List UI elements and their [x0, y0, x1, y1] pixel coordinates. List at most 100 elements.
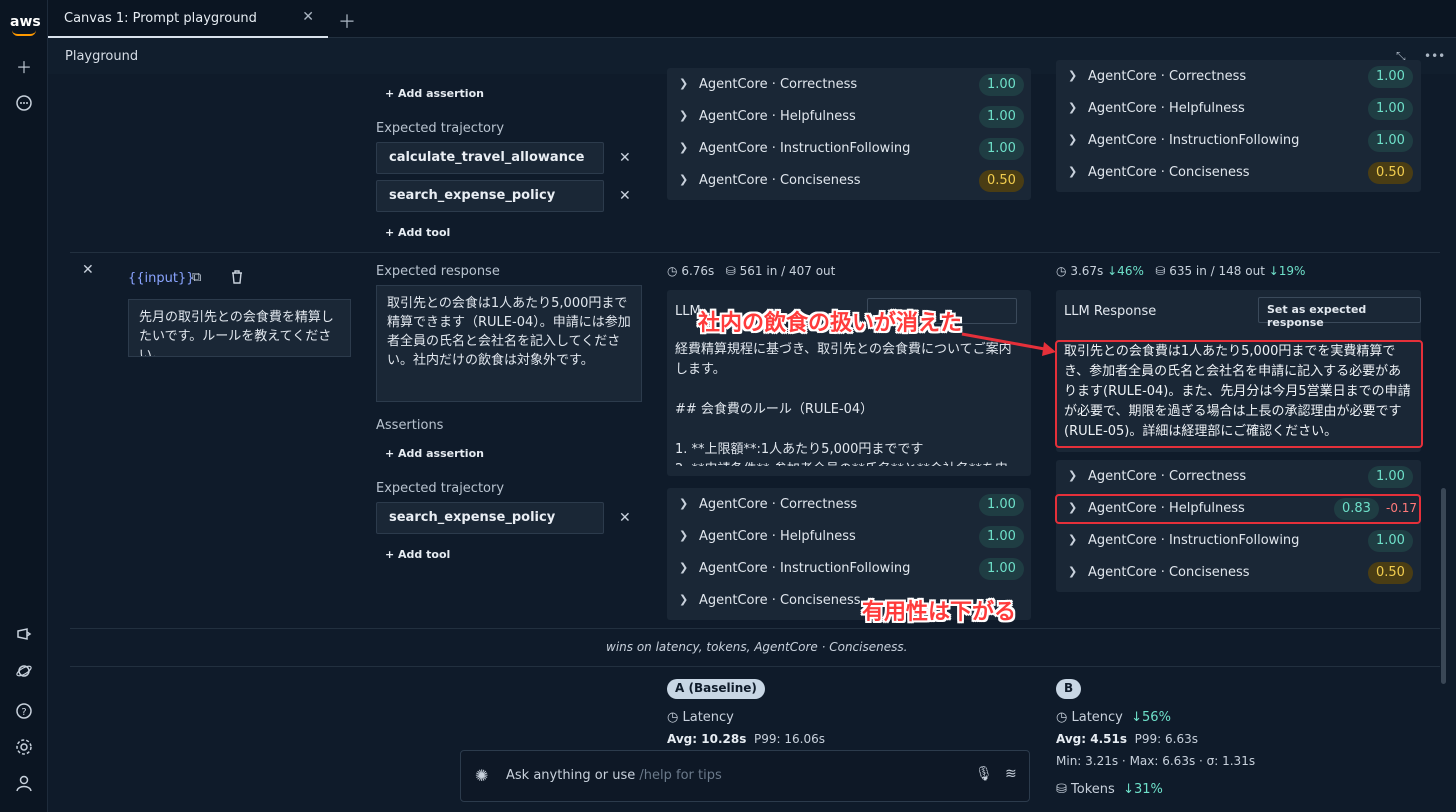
b-stats: ◷ 3.67s ↓46% ⛁ 635 in / 148 out ↓19% — [1056, 264, 1306, 278]
user-icon[interactable] — [14, 774, 34, 794]
add-assertion-link[interactable]: + Add assertion — [385, 447, 484, 460]
annotation-box-helpfulness — [1055, 494, 1421, 524]
chevron-right-icon: ❯ — [1068, 165, 1078, 178]
annotation-box-response — [1055, 340, 1423, 448]
remove-tool-icon[interactable]: ✕ — [619, 510, 631, 526]
expected-trajectory-label: Expected trajectory — [376, 121, 505, 136]
metrics-card-a-row1: ❯ AgentCore · Correctness 1.00 ❯ AgentCore … — [667, 68, 1031, 200]
metrics-card-b-row1: ❯ AgentCore · Correctness 1.00 ❯ AgentCore … — [1056, 60, 1421, 192]
add-tab-icon[interactable]: ＋ — [338, 8, 356, 34]
chevron-right-icon: ❯ — [679, 77, 689, 90]
metric-row[interactable]: ❯ AgentCore · Correctness 1.00 — [667, 489, 1031, 521]
help-icon[interactable]: ? — [14, 702, 34, 722]
trash-icon[interactable] — [230, 269, 244, 288]
chevron-right-icon: ❯ — [679, 561, 689, 574]
metric-row[interactable]: ❯ AgentCore · InstructionFollowing 1.00 — [667, 133, 1031, 165]
annotation-text-bottom: 有用性は下がる — [862, 600, 1017, 625]
trajectory-tool-2[interactable]: search_expense_policy — [376, 180, 604, 212]
remove-tool-icon[interactable]: ✕ — [619, 150, 631, 166]
aws-logo[interactable]: aws — [10, 14, 41, 30]
metric-row[interactable]: ❯ AgentCore · InstructionFollowing 1.00 — [1056, 525, 1421, 557]
chevron-right-icon: ❯ — [679, 141, 689, 154]
assertions-label: Assertions — [376, 418, 444, 433]
microphone-icon[interactable]: 🎙 — [975, 766, 993, 782]
score-badge: 0.50 — [1368, 562, 1413, 584]
metric-row[interactable]: ❯ AgentCore · Conciseness 0.50 — [667, 165, 1031, 197]
metric-row[interactable]: ❯ AgentCore · Helpfulness 1.00 — [667, 101, 1031, 133]
score-badge: 1.00 — [979, 494, 1024, 516]
metrics-card-b-row2: ❯ AgentCore · Correctness 1.00 ❯ AgentCore … — [1056, 460, 1421, 592]
score-badge: 1.00 — [1368, 130, 1413, 152]
metric-row[interactable]: ❯ AgentCore · Conciseness 0.50 — [1056, 557, 1421, 589]
remove-tool-icon[interactable]: ✕ — [619, 188, 631, 204]
assistant-icon: ✺ — [475, 766, 489, 785]
planet-icon[interactable] — [14, 662, 34, 682]
b-latency: ◷ Latency ↓56% — [1056, 710, 1171, 725]
more-icon[interactable]: ••• — [1424, 49, 1445, 63]
a-stats: ◷ 6.76s ⛁ 561 in / 407 out — [667, 264, 836, 278]
copy-icon[interactable]: ⧉ — [192, 270, 201, 285]
left-rail: aws ＋ ? — [0, 0, 48, 812]
expected-response-label: Expected response — [376, 264, 500, 279]
score-badge: 1.00 — [979, 138, 1024, 160]
chevron-right-icon: ❯ — [1068, 133, 1078, 146]
score-badge: 0.50 — [979, 170, 1024, 192]
b-tokens: ⛁ Tokens ↓31% — [1056, 782, 1163, 797]
page-title: Playground — [65, 49, 139, 64]
voice-wave-icon[interactable]: ≋ — [1005, 766, 1017, 782]
chevron-right-icon: ❯ — [679, 173, 689, 186]
delete-row-icon[interactable]: ✕ — [82, 262, 94, 278]
clock-icon: ◷ — [667, 264, 678, 278]
score-badge: 1.00 — [979, 558, 1024, 580]
metric-row[interactable]: ❯ AgentCore · Correctness 1.00 — [1056, 61, 1421, 93]
input-variable-label: {{input}} — [128, 271, 195, 286]
chevron-right-icon: ❯ — [1068, 533, 1078, 546]
chevron-right-icon: ❯ — [679, 109, 689, 122]
metric-row[interactable]: ❯ AgentCore · Correctness 1.00 — [667, 69, 1031, 101]
close-icon[interactable]: ✕ — [302, 9, 314, 25]
input-textarea[interactable]: 先月の取引先との会食費を精算したいです。ルールを教えてください。 — [128, 299, 351, 357]
chat-icon[interactable] — [14, 94, 34, 114]
add-tool-link[interactable]: + Add tool — [385, 548, 450, 561]
metric-row[interactable]: ❯ AgentCore · Helpfulness 1.00 — [667, 521, 1031, 553]
score-badge: 1.00 — [1368, 466, 1413, 488]
chat-input-bar[interactable]: ✺ Ask anything or use /help for tips 🎙 ≋ — [460, 750, 1030, 802]
expected-trajectory-label: Expected trajectory — [376, 481, 505, 496]
score-badge: 1.00 — [1368, 66, 1413, 88]
clock-icon: ◷ — [1056, 264, 1067, 278]
gear-icon[interactable] — [14, 738, 34, 758]
wins-summary: wins on latency, tokens, AgentCore · Con… — [606, 640, 908, 654]
metric-row[interactable]: ❯ AgentCore · Helpfulness 1.00 — [1056, 93, 1421, 125]
metric-row[interactable]: ❯ AgentCore · InstructionFollowing 1.00 — [1056, 125, 1421, 157]
add-tool-link[interactable]: + Add tool — [385, 226, 450, 239]
megaphone-icon[interactable] — [14, 626, 34, 646]
chevron-right-icon: ❯ — [1068, 469, 1078, 482]
svg-text:?: ? — [21, 707, 26, 718]
tab-label: Canvas 1: Prompt playground — [64, 11, 257, 26]
row-divider — [70, 628, 1440, 629]
metric-row[interactable]: ❯ AgentCore · Correctness 1.00 — [1056, 461, 1421, 493]
chevron-right-icon: ❯ — [679, 529, 689, 542]
row-divider — [70, 666, 1440, 667]
chevron-right-icon: ❯ — [679, 497, 689, 510]
score-badge: 0.50 — [1368, 162, 1413, 184]
b-latency-minmax: Min: 3.21s · Max: 6.63s · σ: 1.31s — [1056, 754, 1256, 768]
scrollbar[interactable] — [1441, 488, 1446, 684]
metric-row[interactable]: ❯ AgentCore · Conciseness 0.50 — [1056, 157, 1421, 189]
trajectory-tool-1[interactable]: search_expense_policy — [376, 502, 604, 534]
score-badge: 1.00 — [1368, 530, 1413, 552]
variant-a-badge: A (Baseline) — [667, 679, 765, 699]
a-latency: ◷ Latency — [667, 710, 734, 725]
row-divider — [70, 252, 1440, 253]
plus-icon[interactable]: ＋ — [14, 58, 34, 78]
a-latency-values: Avg: 10.28s P99: 16.06s — [667, 732, 825, 746]
trajectory-tool-1[interactable]: calculate_travel_allowance — [376, 142, 604, 174]
tab-canvas-1[interactable]: Canvas 1: Prompt playground ✕ — [48, 0, 328, 38]
chevron-right-icon: ❯ — [1068, 69, 1078, 82]
chevron-right-icon: ❯ — [1068, 565, 1078, 578]
set-expected-button[interactable]: Set as expected response — [1258, 297, 1421, 329]
expected-response-textarea[interactable]: 取引先との会食は1人あたり5,000円まで精算できます（RULE-04）。申請に… — [376, 285, 642, 402]
metric-row[interactable]: ❯ AgentCore · InstructionFollowing 1.00 — [667, 553, 1031, 585]
add-assertion-link[interactable]: + Add assertion — [385, 87, 484, 100]
score-badge: 1.00 — [979, 526, 1024, 548]
